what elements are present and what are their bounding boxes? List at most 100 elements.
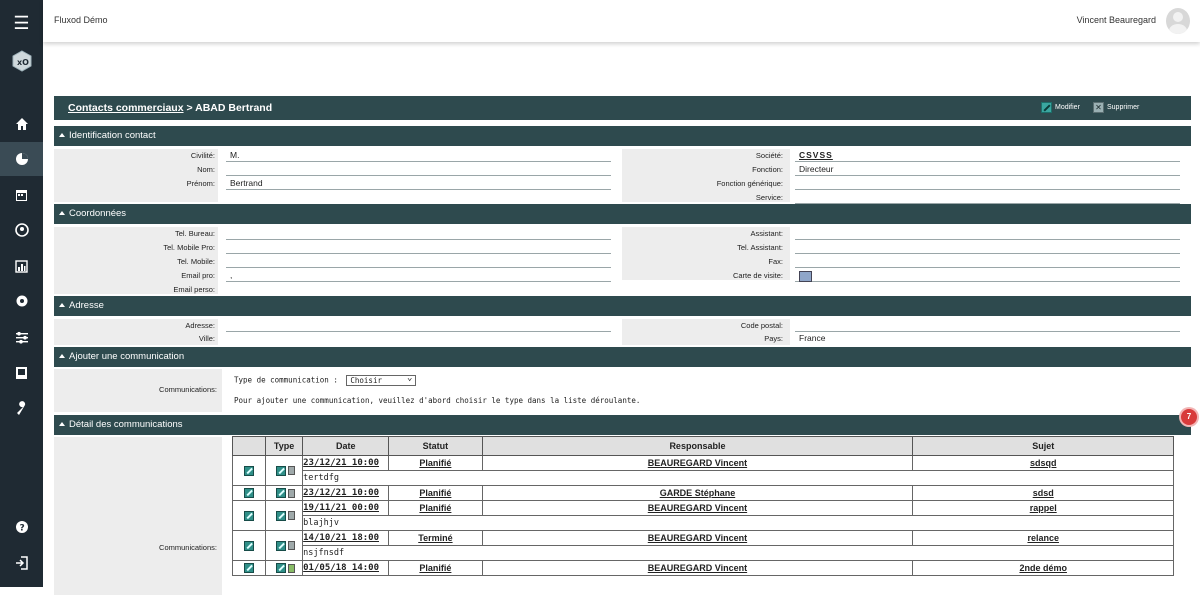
row-sujet[interactable]: sdsd [912,485,1174,501]
select-value: Choisir [350,376,382,385]
row-date[interactable]: 23/12/21 10:00 [302,455,390,471]
fax-field [795,256,1180,268]
edit-icon[interactable] [244,563,255,574]
gear-icon[interactable] [0,284,43,318]
section-detail-communications[interactable]: Détail des communications [54,415,1191,435]
breadcrumb-separator: > [183,102,196,114]
row-date[interactable]: 19/11/21 00:00 [302,500,390,516]
phone-icon [287,511,295,521]
field-label: Assistant: [750,229,783,238]
section-title: Adresse [69,300,104,311]
user-name[interactable]: Vincent Beauregard [1077,15,1156,25]
row-responsable[interactable]: BEAUREGARD Vincent [481,560,914,576]
help-icon[interactable]: ? [0,510,43,544]
field-label: Fonction: [752,165,783,174]
row-date[interactable]: 14/10/21 18:00 [302,530,390,546]
communications-table: Type Date Statut Responsable Sujet 23/12… [231,436,1174,576]
table-row-note: blajhjv [233,515,1174,531]
column-header-date: Date [302,436,390,456]
field-label: Tel. Bureau: [174,229,215,238]
identification-fields: Civilité: M. Nom: Prénom: Bertrand Société… [54,146,1191,204]
row-sujet[interactable]: 2nde démo [912,560,1174,576]
svg-text:xO: xO [17,58,29,67]
contact-detail-panel: Contacts commerciaux > ABAD Bertrand Mod… [54,96,1191,595]
edit-icon[interactable] [244,510,255,521]
breadcrumb: Contacts commerciaux > ABAD Bertrand [68,102,272,114]
row-statut[interactable]: Planifié [388,485,483,501]
row-statut[interactable]: Planifié [388,500,483,516]
calendar-icon[interactable] [0,178,43,212]
ville-field [226,333,611,345]
table-row: 23/12/21 10:00 Planifié GARDE Stéphane s… [231,485,1174,501]
edit-icon[interactable] [244,488,255,499]
table-row-note: tertdfg [233,470,1174,486]
notification-badge[interactable]: 7 [1181,409,1197,425]
row-date[interactable]: 23/12/21 10:00 [302,485,390,501]
section-adresse[interactable]: Adresse [54,296,1191,316]
type-communication-select[interactable]: Choisir [346,373,417,386]
collapse-icon [59,133,65,137]
row-statut[interactable]: Terminé [388,530,483,546]
edit-icon[interactable] [275,488,286,499]
row-responsable[interactable]: GARDE Stéphane [481,485,914,501]
edit-icon[interactable] [275,465,286,476]
section-title: Coordonnées [69,208,127,219]
field-label: Société: [755,151,783,160]
edit-icon[interactable] [244,465,255,476]
row-note: blajhjv [302,515,1174,531]
user-circle-icon[interactable] [0,213,43,247]
section-ajouter-communication[interactable]: Ajouter une communication [54,347,1191,367]
field-label: Tel. Assistant: [737,243,783,252]
row-sujet[interactable]: rappel [912,500,1174,516]
collapse-icon [59,211,65,215]
table-row: 19/11/21 00:00 Planifié BEAUREGARD Vince… [231,500,1174,531]
row-sujet[interactable]: sdsqd [912,455,1174,471]
section-coordonnees[interactable]: Coordonnées [54,204,1191,224]
adresse-fields: Adresse: Ville: Code postal: Pays: France [54,316,1191,347]
row-responsable[interactable]: BEAUREGARD Vincent [481,500,914,516]
modify-button[interactable]: Modifier [1041,102,1080,113]
row-statut[interactable]: Planifié [388,560,483,576]
pie-chart-icon[interactable] [0,142,43,176]
logout-icon[interactable] [0,546,43,580]
field-label: Adresse: [185,321,215,330]
field-label: Email perso: [173,285,215,294]
delete-button[interactable]: ✕ Supprimer [1093,102,1139,113]
edit-icon[interactable] [275,563,286,574]
section-identification[interactable]: Identification contact [54,126,1191,146]
row-date[interactable]: 01/05/18 14:00 [302,560,390,576]
column-header-sujet: Sujet [912,436,1174,456]
row-note: tertdfg [302,470,1174,486]
row-responsable[interactable]: BEAUREGARD Vincent [481,530,914,546]
sidebar: ☰ xO ? [0,0,43,587]
nom-field [226,164,611,176]
delete-icon: ✕ [1093,102,1104,113]
menu-icon[interactable]: ☰ [0,6,43,40]
tel-mobile-pro-field [226,242,611,254]
book-icon[interactable] [0,356,43,390]
edit-icon[interactable] [244,540,255,551]
table-row: 14/10/21 18:00 Terminé BEAUREGARD Vincen… [231,530,1174,561]
bar-chart-icon[interactable] [0,249,43,283]
row-responsable[interactable]: BEAUREGARD Vincent [481,455,914,471]
edit-icon[interactable] [275,510,286,521]
business-card-icon[interactable] [799,271,812,282]
logo-icon[interactable]: xO [0,44,43,78]
edit-icon[interactable] [275,540,286,551]
societe-link[interactable]: CSVSS [795,150,1180,162]
sliders-icon[interactable] [0,320,43,354]
row-statut[interactable]: Planifié [388,455,483,471]
edit-icon [1041,102,1052,113]
adresse-field [226,320,611,332]
row-sujet[interactable]: relance [912,530,1174,546]
delete-label: Supprimer [1107,104,1140,111]
wrench-icon[interactable] [0,391,43,425]
pays-field: France [799,333,826,343]
home-icon[interactable] [0,107,43,141]
title-bar: Contacts commerciaux > ABAD Bertrand Mod… [54,96,1191,120]
modify-label: Modifier [1055,104,1080,111]
avatar[interactable] [1166,8,1190,34]
tel-bureau-field [226,228,611,240]
column-header-type: Type [265,436,304,456]
breadcrumb-link-contacts[interactable]: Contacts commerciaux [68,102,184,114]
